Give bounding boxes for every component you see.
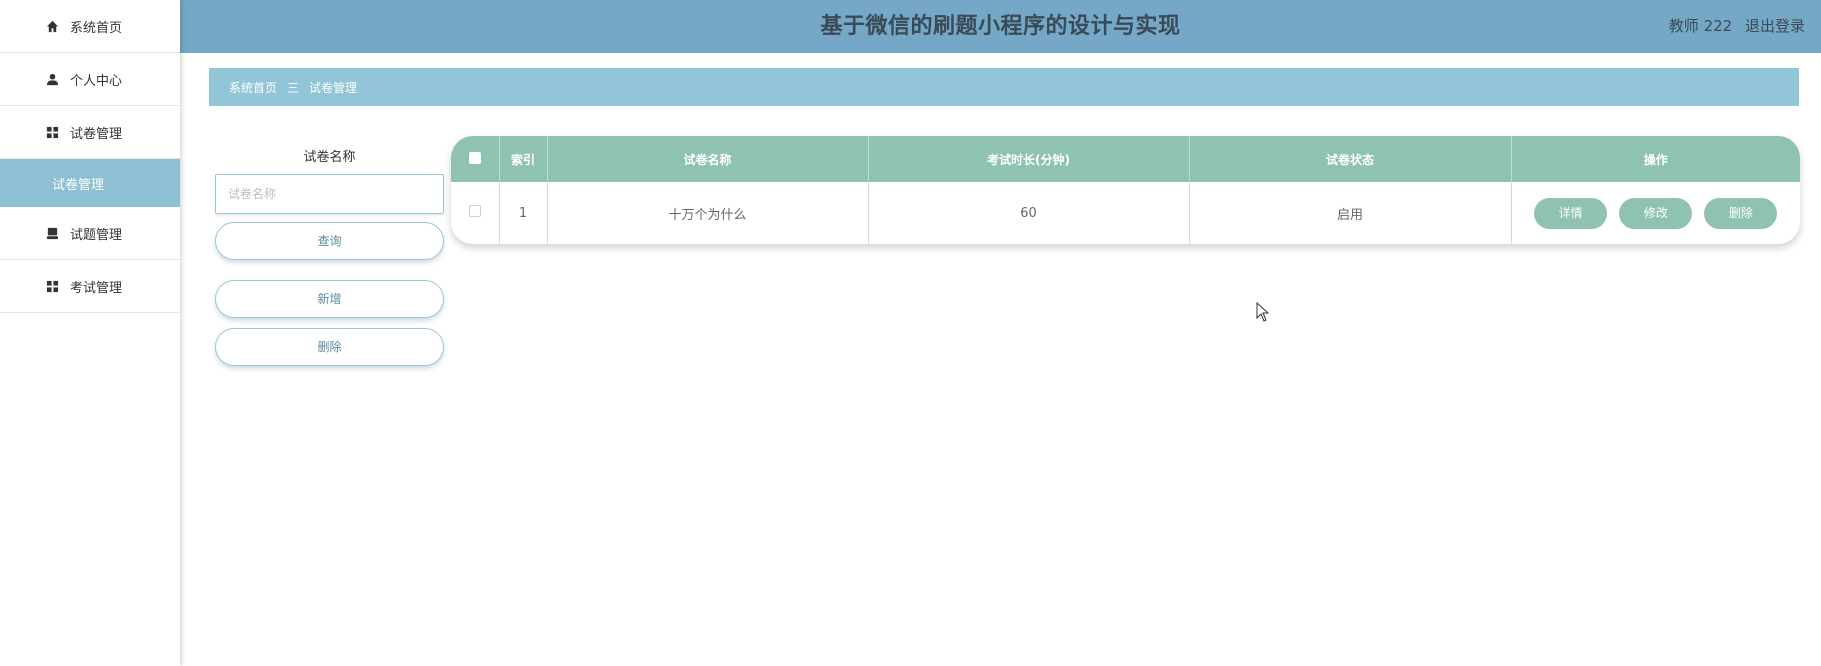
cell-duration: 60: [868, 182, 1190, 244]
sidebar-item-label: 系统首页: [70, 20, 123, 36]
home-icon: [44, 18, 60, 34]
detail-button[interactable]: 详情: [1534, 197, 1608, 229]
mouse-cursor-icon: [1256, 301, 1270, 326]
column-header-index: 索引: [499, 136, 548, 182]
sidebar-subitem-label: 试卷管理: [52, 177, 105, 193]
cell-status: 启用: [1189, 182, 1512, 244]
edit-button[interactable]: 修改: [1619, 197, 1693, 229]
table-row: 1 十万个为什么 60 启用 详情 修改 删除: [451, 182, 1800, 244]
user-area: 教师 222 退出登录: [1661, 0, 1805, 53]
cell-index: 1: [499, 182, 548, 244]
top-header: 基于微信的刷题小程序的设计与实现 教师 222 退出登录: [180, 0, 1821, 53]
grid-icon: [44, 124, 60, 140]
sidebar-item-profile[interactable]: 个人中心: [0, 53, 180, 106]
add-button[interactable]: 新增: [215, 280, 444, 318]
search-label: 试卷名称: [303, 150, 356, 165]
sidebar-item-label: 试题管理: [70, 227, 123, 243]
grid-icon: [44, 278, 60, 294]
breadcrumb: 系统首页 三 试卷管理: [209, 68, 1799, 106]
select-all-cell: [451, 136, 500, 182]
paper-table: 索引 试卷名称 考试时长(分钟) 试卷状态 操作 1 十万个为什么 60 启用 …: [451, 136, 1800, 244]
cell-name: 十万个为什么: [547, 182, 869, 244]
table-header-row: 索引 试卷名称 考试时长(分钟) 试卷状态 操作: [451, 136, 1800, 182]
column-header-name: 试卷名称: [547, 136, 869, 182]
sidebar-item-label: 试卷管理: [70, 126, 123, 142]
batch-delete-button[interactable]: 删除: [215, 328, 444, 366]
row-checkbox[interactable]: [468, 205, 481, 217]
breadcrumb-home[interactable]: 系统首页: [229, 79, 277, 96]
sidebar-item-exam-management[interactable]: 考试管理: [0, 260, 180, 313]
search-input[interactable]: [215, 174, 444, 214]
row-select-cell: [451, 182, 500, 244]
cell-actions: 详情 修改 删除: [1511, 182, 1800, 244]
breadcrumb-current: 试卷管理: [309, 80, 358, 95]
sidebar-item-home[interactable]: 系统首页: [0, 0, 180, 53]
query-button[interactable]: 查询: [215, 222, 444, 260]
column-header-actions: 操作: [1643, 152, 1668, 167]
page-title: 基于微信的刷题小程序的设计与实现: [820, 14, 1181, 39]
sidebar-item-label: 考试管理: [70, 280, 123, 296]
sidebar-item-question-management[interactable]: 试题管理: [0, 207, 180, 260]
breadcrumb-separator: 三: [287, 80, 300, 95]
sidebar-item-label: 个人中心: [70, 73, 123, 89]
monitor-icon: [44, 225, 60, 241]
column-header-duration: 考试时长(分钟): [868, 136, 1190, 182]
sidebar-subitem-paper-management[interactable]: 试卷管理: [0, 159, 180, 207]
sidebar: 系统首页 个人中心 试卷管理 试卷管理 试题管理 考试管理: [0, 0, 180, 666]
user-label: 教师 222: [1668, 17, 1733, 35]
logout-link[interactable]: 退出登录: [1745, 17, 1805, 35]
sidebar-item-paper-management[interactable]: 试卷管理: [0, 106, 180, 159]
column-header-status: 试卷状态: [1189, 136, 1512, 182]
delete-button[interactable]: 删除: [1704, 197, 1778, 229]
user-icon: [44, 71, 60, 87]
select-all-checkbox[interactable]: [468, 151, 481, 164]
